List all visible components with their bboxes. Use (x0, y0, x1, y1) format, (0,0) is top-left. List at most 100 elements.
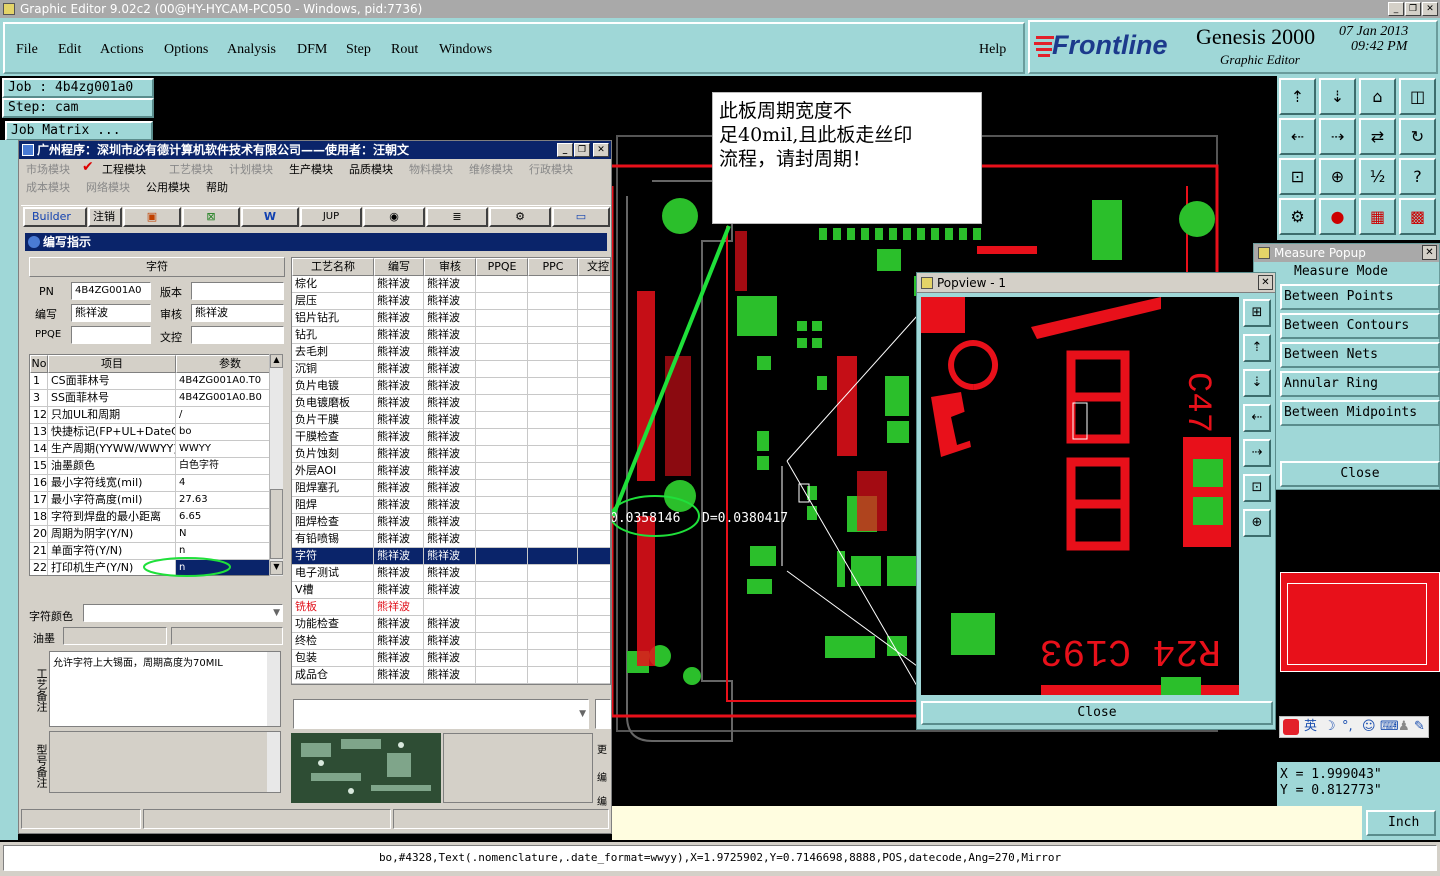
process-row-cell[interactable]: 熊祥波 (374, 531, 424, 548)
process-row-cell[interactable] (476, 480, 528, 497)
process-row-cell[interactable]: 负片蚀刻 (292, 446, 374, 463)
process-row-cell[interactable] (476, 514, 528, 531)
process-row-cell[interactable] (528, 293, 578, 310)
process-row-cell[interactable]: 铝片钻孔 (292, 310, 374, 327)
popview-fit-icon[interactable]: ⊡ (1243, 474, 1271, 502)
process-row-cell[interactable]: 熊祥波 (374, 548, 424, 565)
process-row-cell[interactable]: 熊祥波 (424, 531, 476, 548)
zoom-top-icon[interactable]: ⇡ (1279, 78, 1316, 115)
process-row-cell[interactable] (528, 276, 578, 293)
scroll-down-icon[interactable]: ▼ (270, 561, 283, 575)
report-icon[interactable]: ▣ (123, 207, 181, 227)
menu-common-module[interactable]: 公用模块 (146, 179, 190, 195)
process-row-cell[interactable] (476, 293, 528, 310)
menu-actions[interactable]: Actions (100, 42, 144, 58)
process-row-cell[interactable]: 熊祥波 (374, 361, 424, 378)
param-value-cell[interactable]: 白色字符 (176, 458, 282, 475)
process-row-cell[interactable] (528, 412, 578, 429)
process-row-cell[interactable]: 熊祥波 (374, 650, 424, 667)
ink-field-1[interactable] (63, 627, 167, 645)
popview-close-x[interactable]: ✕ (1258, 275, 1273, 290)
process-row-cell[interactable] (528, 344, 578, 361)
process-row-cell[interactable]: 熊祥波 (424, 650, 476, 667)
process-row-cell[interactable] (578, 667, 610, 684)
process-row-cell[interactable] (476, 633, 528, 650)
process-row-cell[interactable] (578, 276, 610, 293)
process-row-cell[interactable]: 熊祥波 (424, 633, 476, 650)
param-no-cell[interactable]: 20 (30, 526, 48, 543)
writer-field[interactable]: 熊祥波 (71, 304, 151, 322)
process-row-cell[interactable] (578, 531, 610, 548)
minimize-button[interactable]: _ (1388, 2, 1404, 16)
process-row-cell[interactable]: 熊祥波 (424, 327, 476, 344)
params-grid[interactable]: No 项目 参数 1 CS面菲林号 4B4ZG001A0.T0 3 SS面菲林号 4B4Z… (29, 354, 283, 576)
menu-options[interactable]: Options (164, 42, 208, 58)
process-row-cell[interactable] (578, 480, 610, 497)
process-row-cell[interactable]: 熊祥波 (374, 616, 424, 633)
param-no-cell[interactable]: 17 (30, 492, 48, 509)
param-no-cell[interactable]: 18 (30, 509, 48, 526)
model-notes-text[interactable] (49, 731, 281, 793)
param-value-cell[interactable]: 4 (176, 475, 282, 492)
param-no-cell[interactable]: 22 (30, 560, 48, 575)
process-row-cell[interactable]: 阻焊塞孔 (292, 480, 374, 497)
doc-control-field[interactable] (191, 326, 284, 344)
process-row-cell[interactable]: 成品仓 (292, 667, 374, 684)
annular-ring-option[interactable]: Annular Ring (1280, 371, 1440, 397)
process-row-cell[interactable] (528, 514, 578, 531)
process-row-cell[interactable]: 熊祥波 (424, 378, 476, 395)
process-row-cell[interactable] (528, 361, 578, 378)
computer-icon[interactable]: ▭ (552, 207, 610, 227)
process-row-cell[interactable] (528, 310, 578, 327)
ime-punct-icon[interactable]: °, (1342, 717, 1353, 737)
process-row-cell[interactable]: V槽 (292, 582, 374, 599)
process-row-cell[interactable] (476, 667, 528, 684)
param-no-cell[interactable]: 16 (30, 475, 48, 492)
zoom-1-2-icon[interactable]: ½ (1359, 158, 1396, 195)
pn-field[interactable]: 4B4ZG001A0 (71, 282, 151, 300)
ime-toolbar[interactable]: 英 ☽ °, ☺ ⌨ ♟ ✎ (1279, 716, 1429, 738)
menu-engineering-module[interactable]: 工程模块 (102, 161, 146, 177)
process-row-cell[interactable]: 棕化 (292, 276, 374, 293)
process-grid[interactable]: 工艺名称 编写 审核 PPQE PPC 文控 棕化 熊祥波 熊祥波 层压 熊祥波 熊祥波铝… (291, 257, 611, 685)
process-row-cell[interactable]: 熊祥波 (424, 395, 476, 412)
process-row-cell[interactable]: 熊祥波 (374, 429, 424, 446)
process-row-cell[interactable] (528, 480, 578, 497)
maximize-button[interactable]: ❐ (1405, 2, 1421, 16)
menu-rout[interactable]: Rout (391, 42, 418, 58)
jup-button[interactable]: JUP (300, 207, 362, 227)
menu-market-module[interactable]: 市场模块 (26, 161, 70, 177)
process-row-cell[interactable] (476, 497, 528, 514)
param-item-cell[interactable]: 快捷标记(FP+UL+DateCo (48, 424, 176, 441)
ime-settings-icon[interactable]: ✎ (1414, 717, 1425, 737)
process-row-cell[interactable]: 熊祥波 (374, 395, 424, 412)
process-row-cell[interactable]: 熊祥波 (424, 276, 476, 293)
between-contours-option[interactable]: Between Contours (1280, 313, 1440, 339)
param-value-cell[interactable]: bo (176, 424, 282, 441)
process-row-cell[interactable]: 熊祥波 (424, 412, 476, 429)
process-row-cell[interactable]: 熊祥波 (374, 480, 424, 497)
between-midpoints-option[interactable]: Between Midpoints (1280, 400, 1440, 426)
process-row-cell[interactable] (476, 650, 528, 667)
notes-scrollbar[interactable] (267, 652, 280, 726)
process-row-cell[interactable]: 钻孔 (292, 327, 374, 344)
process-detail-field[interactable]: ▼ (293, 699, 589, 729)
process-row-cell[interactable] (528, 463, 578, 480)
process-row-cell[interactable]: 熊祥波 (374, 514, 424, 531)
process-row-cell[interactable]: 去毛刺 (292, 344, 374, 361)
menu-admin-module[interactable]: 行政模块 (529, 161, 573, 177)
process-row-cell[interactable]: 熊祥波 (374, 412, 424, 429)
menu-material-module[interactable]: 物料模块 (409, 161, 453, 177)
process-row-cell[interactable]: 熊祥波 (374, 310, 424, 327)
param-no-cell[interactable]: 1 (30, 373, 48, 390)
popview-up-icon[interactable]: ⇡ (1243, 334, 1271, 362)
side-field-top[interactable] (595, 699, 611, 729)
param-value-cell[interactable]: N (176, 526, 282, 543)
process-row-cell[interactable] (528, 616, 578, 633)
param-no-cell[interactable]: 15 (30, 458, 48, 475)
process-row-cell[interactable]: 层压 (292, 293, 374, 310)
popview-down-icon[interactable]: ⇣ (1243, 369, 1271, 397)
param-no-cell[interactable]: 3 (30, 390, 48, 407)
param-item-cell[interactable]: 最小字符线宽(mil) (48, 475, 176, 492)
home-icon[interactable]: ⌂ (1359, 78, 1396, 115)
